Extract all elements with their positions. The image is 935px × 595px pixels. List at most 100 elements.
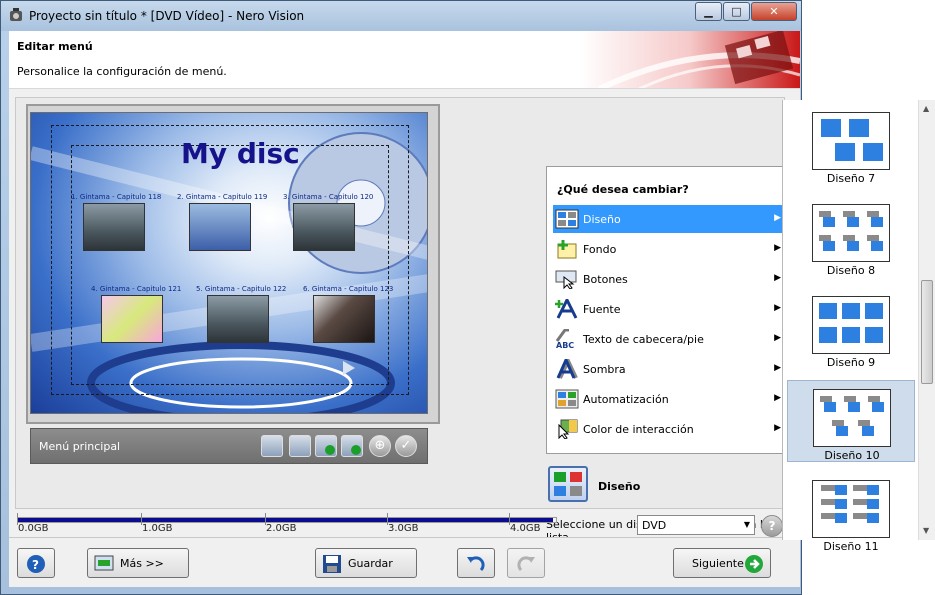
layout-button-block [835, 513, 847, 523]
chapter-thumbnail[interactable] [83, 203, 145, 251]
svg-text:ABC: ABC [556, 341, 574, 349]
chapter-thumbnail[interactable] [313, 295, 375, 343]
layout-button-block [821, 513, 835, 519]
layout-button-block [865, 303, 883, 319]
minimize-button[interactable]: ▁ [695, 2, 722, 21]
chapter-thumbnail[interactable] [207, 295, 269, 343]
layout-item-10[interactable]: Diseño 10 [787, 380, 915, 462]
close-button[interactable]: ✕ [751, 2, 797, 21]
page-header: Editar menú Personalice la configuración… [9, 31, 800, 89]
save-disk-icon [323, 555, 341, 573]
help-button[interactable]: ? [17, 548, 55, 578]
layout-button-block [836, 426, 848, 436]
selected-option-title: Diseño [598, 480, 641, 493]
layout-item-7[interactable]: Diseño 7 [787, 104, 915, 186]
capacity-tick-label: 1.0GB [142, 523, 173, 534]
thumbnail-label: 1. Gintama - Capitulo 118 [71, 193, 162, 201]
option-label: Botones [583, 273, 628, 286]
layout-button-block [872, 402, 884, 412]
disc-type-dropdown[interactable]: DVD ▼ [637, 515, 755, 535]
font-icon [555, 299, 578, 319]
option-label: Sombra [583, 363, 626, 376]
layout-button-block [835, 485, 847, 495]
layout-button-block [819, 303, 837, 319]
scrollbar-thumb[interactable] [921, 280, 933, 384]
save-button[interactable]: Guardar [315, 548, 417, 578]
background-icon [557, 240, 577, 259]
redo-button[interactable] [507, 548, 545, 578]
editor-panel: My disc 1. Gintama - Capitulo 118 2. Gin… [15, 97, 788, 544]
layout-item-8[interactable]: Diseño 8 [787, 196, 915, 278]
option-buttons[interactable]: Botones ▶ [553, 265, 787, 293]
layout-button-block [867, 513, 879, 523]
buttons-icon [555, 270, 577, 289]
layout-button-block [823, 217, 835, 227]
layout-button-block [865, 327, 883, 343]
menu-play-icon[interactable] [315, 435, 337, 457]
layout-button-block [853, 499, 867, 505]
layout-list-scrollbar[interactable]: ▲ ▼ [918, 100, 935, 540]
menu-back-icon[interactable] [289, 435, 311, 457]
option-font[interactable]: Fuente ▶ [553, 295, 787, 323]
layout-button-block [842, 303, 860, 319]
disc-title[interactable]: My disc [181, 137, 300, 170]
globe-icon[interactable]: ⊕ [369, 435, 391, 457]
undo-button[interactable] [457, 548, 495, 578]
layout-button-block [835, 499, 847, 509]
nero-app-icon [10, 8, 22, 21]
option-background[interactable]: Fondo ▶ [553, 235, 787, 263]
title-bar[interactable]: Proyecto sin título * [DVD Vídeo] - Nero… [1, 1, 801, 31]
maximize-button[interactable]: □ [723, 2, 750, 21]
option-label: Color de interacción [583, 423, 694, 436]
layout-button-block [853, 513, 867, 519]
capacity-tick-label: 0.0GB [18, 523, 49, 534]
menu-preview-screen[interactable]: My disc 1. Gintama - Capitulo 118 2. Gin… [30, 112, 428, 414]
layout-thumbnail [812, 112, 890, 170]
layout-button-block [862, 426, 874, 436]
capacity-help-icon[interactable]: ? [761, 515, 783, 537]
chapter-thumbnail[interactable] [189, 203, 251, 251]
option-shadow[interactable]: Sombra ▶ [553, 355, 787, 383]
layout-item-11[interactable]: Diseño 11 [787, 472, 915, 554]
submenu-arrow-icon: ▶ [774, 393, 781, 403]
layout-button-block [863, 143, 883, 161]
layout-button-block [853, 485, 867, 491]
submenu-arrow-icon: ▶ [774, 333, 781, 343]
next-button[interactable]: Siguiente [673, 548, 771, 578]
submenu-arrow-icon: ▶ [774, 243, 781, 253]
checkmark-icon[interactable]: ✓ [395, 435, 417, 457]
redo-icon [517, 556, 535, 572]
page-subtitle: Personalice la configuración de menú. [17, 65, 227, 78]
layout-name: Diseño 9 [826, 356, 876, 369]
chapter-thumbnail[interactable] [101, 295, 163, 343]
option-interaction-color[interactable]: Color de interacción ▶ [553, 415, 787, 443]
scroll-down-icon[interactable]: ▼ [923, 526, 929, 535]
layout-button-block [848, 402, 860, 412]
layout-button-block [867, 485, 879, 495]
disc-capacity-bar: 0.0GB 1.0GB 2.0GB 3.0GB 4.0GB [17, 513, 557, 539]
interaction-color-icon [558, 419, 578, 439]
submenu-arrow-icon: ▶ [774, 423, 781, 433]
capacity-tick-label: 2.0GB [266, 523, 297, 534]
chapter-thumbnail[interactable] [293, 203, 355, 251]
automation-icon [555, 389, 579, 409]
menu-next-icon[interactable] [341, 435, 363, 457]
layout-item-9[interactable]: Diseño 9 [787, 288, 915, 370]
wizard-content: Editar menú Personalice la configuración… [9, 31, 800, 587]
scroll-up-icon[interactable]: ▲ [923, 104, 929, 113]
layout-thumbnail [812, 204, 890, 262]
thumbnail-label: 2. Gintama - Capitulo 119 [177, 193, 268, 201]
option-header-footer-text[interactable]: ABC Texto de cabecera/pie ▶ [553, 325, 787, 353]
layout-button-block [871, 241, 883, 251]
capacity-tick-label: 4.0GB [510, 523, 541, 534]
more-button[interactable]: Más >> [87, 548, 189, 578]
layout-button-block [867, 499, 879, 509]
menu-index-icon[interactable] [261, 435, 283, 457]
option-automation[interactable]: Automatización ▶ [553, 385, 787, 413]
layout-button-block [847, 241, 859, 251]
layout-list: Diseño 7 Diseño 8 Diseño 9 Diseño 10 Dis… [782, 100, 935, 553]
layout-button-block [823, 241, 835, 251]
next-page-arrow-icon[interactable] [343, 361, 355, 375]
layout-name: Diseño 11 [823, 540, 879, 553]
option-layout[interactable]: Diseño ▶ [553, 205, 787, 233]
